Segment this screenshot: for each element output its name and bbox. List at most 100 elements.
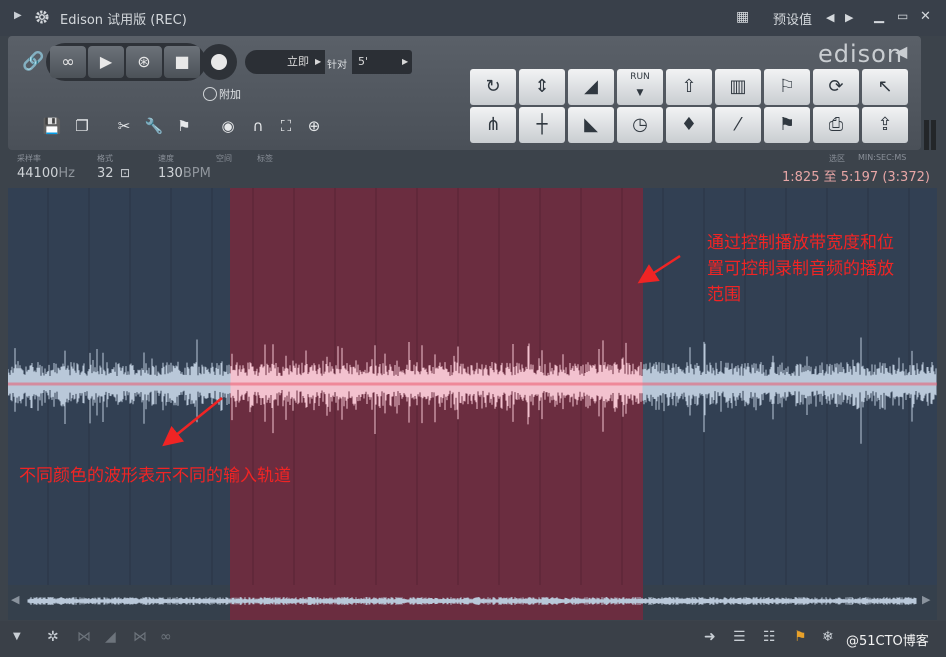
watermark: @51CTO博客 (846, 634, 929, 649)
snowflake-icon[interactable]: ❄ (822, 629, 834, 645)
snap-label: 针对 (327, 60, 347, 71)
marker-flag-icon[interactable]: ⚑ (172, 114, 196, 138)
append-label: 附加 (219, 88, 241, 101)
marker-label: 标签 (257, 154, 273, 163)
wrench-icon[interactable]: 🔧 (142, 114, 166, 138)
export-icon[interactable]: ⇪ (862, 107, 908, 143)
tuning-fork-icon[interactable]: ⋔ (470, 107, 516, 143)
mode-value: 立即 (287, 55, 309, 68)
list-icon[interactable]: ☰ (733, 629, 746, 645)
samplerate-label: 采样率 (17, 154, 41, 163)
space-label: 空间 (216, 154, 232, 163)
bars-icon[interactable]: ▥ (715, 69, 761, 105)
split-small-icon[interactable]: ⋈ (77, 629, 91, 645)
clock-icon[interactable]: ◷ (617, 107, 663, 143)
keyboard-icon[interactable]: ▦ (736, 9, 749, 25)
selection-position: 1:825 至 5:197 (3:372) (782, 170, 930, 185)
link-small-icon[interactable]: ∞ (160, 629, 172, 645)
eye-icon[interactable]: ◉ (216, 114, 240, 138)
mode-select[interactable]: 立即 ▶ (245, 50, 325, 74)
spectrum-small-icon[interactable]: ✲ (47, 629, 59, 645)
link-icon[interactable]: 🔗 (22, 51, 44, 73)
speaker-icon[interactable]: ◀ (895, 42, 907, 61)
split-icon[interactable]: ⇕ (519, 69, 565, 105)
cursor-icon[interactable]: ↖ (862, 69, 908, 105)
append-radio-icon (203, 87, 217, 101)
append-toggle[interactable]: 附加 (203, 86, 241, 102)
gear-icon[interactable] (34, 9, 50, 25)
close-icon[interactable]: ✕ (920, 9, 931, 24)
preset-label[interactable]: 预设值 (773, 9, 812, 28)
info-bar: 采样率 44100Hz 格式 32 ⊡ 速度 130BPM 空间 标签 选区 M… (0, 150, 946, 188)
fade-small-icon[interactable]: ◢ (105, 629, 116, 645)
bottom-toolbar: ▼ ✲ ⋈ ◢ ⋈ ∞ ➜ ☰ ☷ ⚑ ❄ @51CTO博客 (0, 621, 946, 657)
time-format-label: MIN:SEC:MS (858, 153, 907, 162)
copy-icon[interactable]: ❐ (70, 114, 94, 138)
maximize-icon[interactable]: ▭ (897, 9, 908, 23)
loop-icon[interactable]: ⟳ (813, 69, 859, 105)
save-file-icon[interactable]: 💾 (40, 114, 64, 138)
mode-arrow-icon: ▶ (315, 57, 322, 66)
run-label: RUN (630, 72, 650, 82)
tempo-number: 130 (158, 166, 183, 181)
minimize-icon[interactable]: ▁ (874, 9, 884, 24)
format-value[interactable]: 32 (97, 166, 114, 181)
tempo-unit: BPM (182, 166, 211, 181)
play-button[interactable]: ▶ (88, 46, 124, 78)
edison-logo: edison (818, 40, 904, 68)
annotation-right-line3: 范围 (707, 285, 741, 305)
marker-add-icon[interactable]: ⚐ (764, 69, 810, 105)
preset-prev-icon[interactable]: ◀ (826, 11, 834, 24)
snap-arrow-icon: ▶ (402, 57, 409, 66)
reel-button[interactable]: ⊛ (126, 46, 162, 78)
samplerate-number: 44100 (17, 166, 59, 181)
fullscreen-icon[interactable]: ⛶ (274, 114, 298, 138)
snap-select[interactable]: 5' ▶ (352, 50, 412, 74)
annotation-right-line2: 置可控制录制音频的播放 (707, 259, 894, 279)
window-title: Edison 试用版 (REC) (60, 13, 187, 28)
overview-strip[interactable]: ◀ ▶ (8, 585, 937, 620)
selection-label: 选区 (829, 154, 845, 163)
samplerate-unit: Hz (58, 166, 75, 181)
decay-icon[interactable]: ◣ (568, 107, 614, 143)
list-bullets-icon[interactable]: ☷ (763, 629, 776, 645)
format-icon[interactable]: ⊡ (120, 166, 130, 180)
transport-group: ∞ ▶ ⊛ ■ (46, 43, 206, 81)
preset-next-icon[interactable]: ▶ (845, 11, 853, 24)
scissors-icon[interactable]: ✂ (112, 114, 136, 138)
edison-window: ▶ Edison 试用版 (REC) ▦ 预设值 ◀ ▶ ▁ ▭ ✕ 🔗 ∞ ▶… (0, 0, 946, 657)
fade-icon[interactable]: ◢ (568, 69, 614, 105)
marker-orange-icon[interactable]: ⚑ (794, 629, 807, 645)
record-button[interactable] (201, 44, 237, 80)
zoom-icon[interactable]: ⊕ (302, 114, 326, 138)
rotate-icon[interactable]: ↻ (470, 69, 516, 105)
run-icon[interactable]: RUN ▼ (617, 69, 663, 105)
overview-waveform (27, 597, 917, 605)
expand-arrow-icon[interactable]: ▶ (14, 10, 22, 21)
magnet-icon[interactable]: ∩ (246, 114, 270, 138)
feather-icon[interactable]: ⁄ (715, 107, 761, 143)
waveform-inside (230, 340, 643, 434)
snap-value: 5' (358, 55, 369, 68)
overview-wave-path (27, 597, 917, 605)
annotation-right-line1: 通过控制播放带宽度和位 (707, 233, 894, 253)
annotation-left: 不同颜色的波形表示不同的输入轨道 (19, 466, 291, 486)
arrow-right-icon[interactable]: ➜ (704, 629, 716, 645)
annotation-right: 通过控制播放带宽度和位 置可控制录制音频的播放 范围 (707, 230, 894, 308)
record-dot-icon (211, 54, 227, 70)
marker-tag-icon[interactable]: ⚑ (764, 107, 810, 143)
save-icon[interactable]: ⎙ (813, 107, 859, 143)
bowtie-small-icon[interactable]: ⋈ (133, 629, 147, 645)
drop-icon[interactable]: ♦ (666, 107, 712, 143)
format-label: 格式 (97, 154, 113, 163)
title-bar: ▶ Edison 试用版 (REC) ▦ 预设值 ◀ ▶ ▁ ▭ ✕ (0, 0, 946, 36)
control-panel: 🔗 ∞ ▶ ⊛ ■ 立即 ▶ 针对 5' ▶ 附加 💾 ❐ ✂ 🔧 ⚑ ◉ ∩ … (8, 36, 921, 150)
loop-mode-button[interactable]: ∞ (50, 46, 86, 78)
stop-button[interactable]: ■ (164, 46, 200, 78)
tempo-label: 速度 (158, 154, 174, 163)
menu-arrow-icon[interactable]: ▼ (13, 631, 21, 642)
tempo-value[interactable]: 130BPM (158, 166, 211, 181)
rocket-icon[interactable]: ⇧ (666, 69, 712, 105)
samplerate-value[interactable]: 44100Hz (17, 166, 75, 181)
spectrum-icon[interactable]: ┼ (519, 107, 565, 143)
